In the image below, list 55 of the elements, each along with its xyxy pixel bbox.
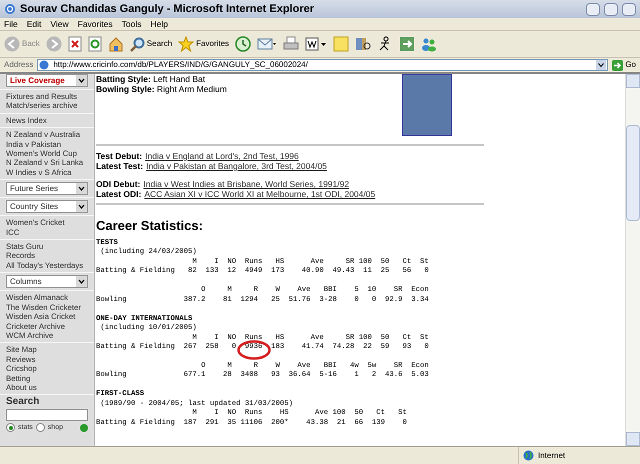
dropdown[interactable]: Country Sites — [6, 200, 88, 214]
menu-item[interactable]: View — [50, 18, 69, 30]
search-button[interactable]: Search — [130, 36, 172, 52]
section-heading: Career Statistics: — [96, 218, 204, 233]
style-line: Bowling Style: Right Arm Medium — [96, 84, 228, 94]
match-link[interactable]: ACC Asian XI v ICC World XI at Melbourne, 1st ODI, 2004/05 — [144, 189, 376, 199]
scroll-thumb[interactable] — [626, 124, 640, 220]
favorites-button[interactable]: Favorites — [178, 36, 230, 52]
printer-icon[interactable] — [283, 36, 300, 52]
circle-annotation — [237, 340, 271, 360]
stop-icon[interactable] — [68, 36, 82, 52]
window-title: Sourav Chandidas Ganguly - Microsoft Internet Explorer — [20, 2, 315, 17]
page-icon — [39, 60, 50, 70]
star-icon — [178, 36, 194, 52]
radio-button[interactable] — [36, 423, 45, 432]
dropdown[interactable]: Future Series — [6, 182, 88, 196]
minimize-button[interactable] — [586, 2, 600, 16]
people-icon[interactable] — [421, 36, 438, 52]
debut-label: ODI Debut: — [96, 179, 140, 189]
arrow-box-icon[interactable] — [399, 36, 416, 52]
style-line: Batting Style: Left Hand Bat — [96, 74, 206, 84]
go-button[interactable]: Go — [612, 59, 636, 71]
go-icon[interactable] — [80, 424, 88, 432]
globe-icon — [523, 450, 534, 461]
dropdown-arrow-icon[interactable] — [596, 60, 606, 70]
match-link[interactable]: India v West Indies at Brisbane, World Series, 1991/92 — [143, 179, 350, 189]
debut-label: Latest Test: — [96, 161, 144, 171]
debut-label: Latest ODI: — [96, 189, 142, 199]
go-arrow-icon — [612, 60, 624, 70]
menu-item[interactable]: Tools — [122, 18, 142, 30]
browser-icon — [4, 3, 16, 15]
radio-button[interactable] — [6, 423, 15, 432]
match-link[interactable]: India v England at Lord's, 2nd Test, 1996 — [145, 151, 299, 161]
search-icon — [130, 36, 145, 52]
dropdown[interactable]: Live Coverage — [6, 74, 88, 87]
debut-label: Test Debut: — [96, 151, 142, 161]
address-label: Address — [4, 59, 34, 71]
mail-icon[interactable] — [257, 36, 278, 52]
home-icon[interactable] — [108, 36, 124, 52]
history-icon[interactable] — [235, 36, 252, 52]
match-link[interactable]: India v Pakistan at Bangalore, 3rd Test, 2004/05 — [146, 161, 327, 171]
search-title: Search — [6, 397, 40, 407]
menu-item[interactable]: Help — [150, 18, 168, 30]
menu-item[interactable]: Edit — [26, 18, 42, 30]
menu-item[interactable]: File — [4, 18, 18, 30]
close-button[interactable] — [622, 2, 636, 16]
photo-placeholder — [402, 74, 452, 136]
search-field[interactable] — [6, 408, 88, 421]
address-field[interactable]: http://www.cricinfo.com/db/PLAYERS/IND/G/GANGULY_SC_06002024/ — [37, 59, 608, 71]
menu-item[interactable]: Favorites — [78, 18, 113, 30]
edit-document-icon[interactable] — [305, 36, 328, 52]
note-icon[interactable] — [333, 36, 350, 52]
restore-button[interactable] — [604, 2, 618, 16]
status-zone: Internet — [518, 447, 640, 464]
dropdown[interactable]: Columns — [6, 275, 88, 288]
